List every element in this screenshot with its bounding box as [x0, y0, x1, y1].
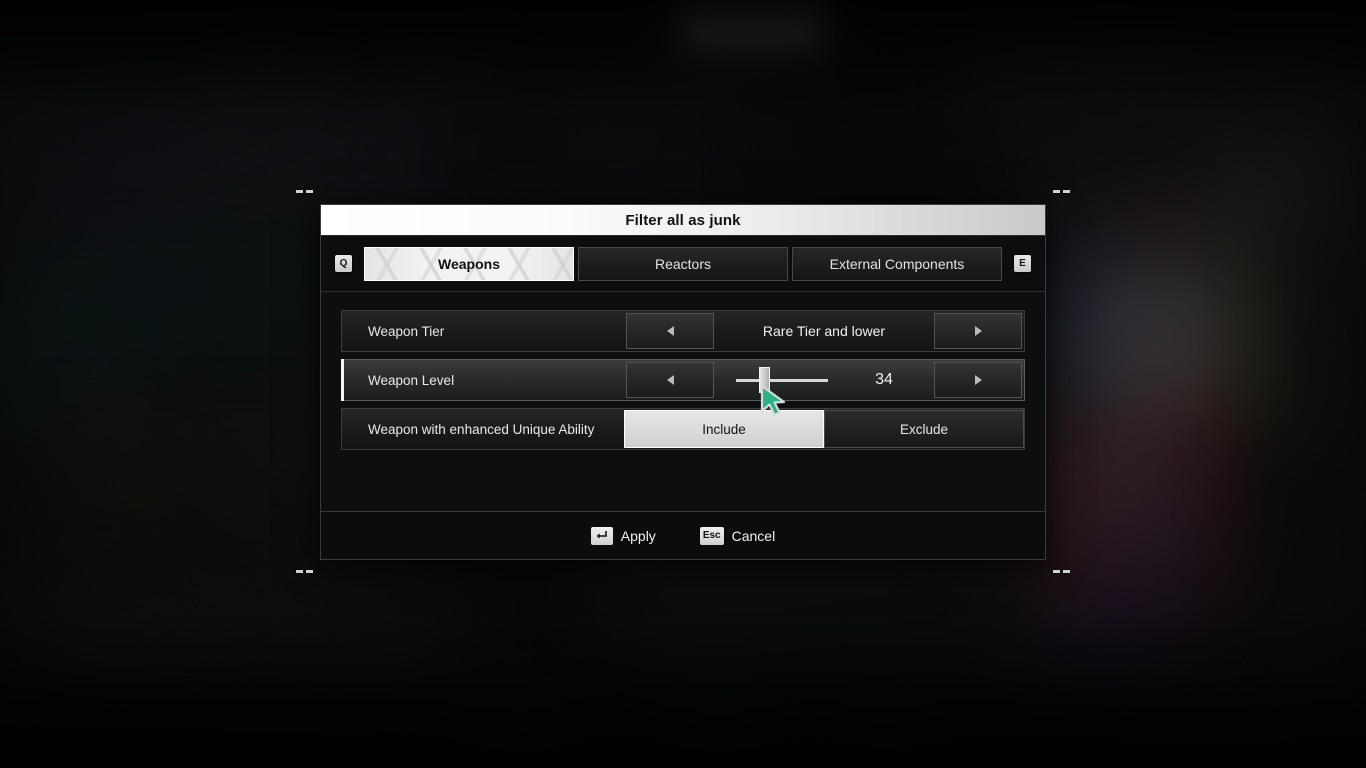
toggle-include[interactable]: Include [624, 410, 824, 448]
apply-button-label: Apply [620, 527, 656, 544]
weapon-tier-decrease-button[interactable] [626, 313, 714, 349]
enter-key-icon [590, 526, 613, 545]
row-weapon-tier-label: Weapon Tier [368, 323, 445, 339]
dialog-footer: Apply Esc Cancel [321, 511, 1045, 559]
slider-track [736, 378, 828, 382]
row-weapon-level-control: 34 [624, 360, 1024, 400]
tab-weapons[interactable]: Weapons [364, 246, 574, 281]
tab-external-components[interactable]: External Components [792, 246, 1002, 281]
triangle-right-icon [974, 375, 982, 385]
weapon-level-increase-button[interactable] [934, 362, 1022, 398]
triangle-left-icon [666, 375, 674, 385]
prev-tab-key-badge[interactable]: Q [335, 255, 352, 272]
dialog-title: Filter all as junk [625, 211, 741, 229]
tab-external-components-label: External Components [829, 255, 965, 272]
tab-weapons-label: Weapons [438, 255, 500, 272]
row-weapon-tier[interactable]: Weapon Tier Rare Tier and lower [341, 310, 1025, 352]
dialog-titlebar: Filter all as junk [321, 205, 1045, 236]
slider-handle[interactable] [758, 367, 770, 393]
triangle-left-icon [666, 326, 674, 336]
weapon-level-decrease-button[interactable] [626, 362, 714, 398]
tab-list: Weapons Reactors External Components [364, 246, 1002, 281]
tab-reactors[interactable]: Reactors [578, 246, 788, 281]
row-enhanced-unique-ability-control: Include Exclude [624, 409, 1024, 449]
toggle-exclude[interactable]: Exclude [824, 410, 1024, 448]
row-enhanced-unique-ability-label: Weapon with enhanced Unique Ability [368, 421, 595, 437]
cancel-button-label: Cancel [731, 527, 776, 544]
weapon-tier-value: Rare Tier and lower [762, 323, 886, 339]
tab-reactors-label: Reactors [654, 255, 712, 272]
row-weapon-tier-control: Rare Tier and lower [624, 311, 1024, 351]
row-enhanced-unique-ability[interactable]: Weapon with enhanced Unique Ability Incl… [341, 408, 1025, 450]
tab-bar: Q Weapons Reactors External Components E [321, 236, 1045, 292]
row-weapon-level[interactable]: Weapon Level 34 [341, 359, 1025, 401]
weapon-level-slider-area: 34 [716, 362, 932, 398]
apply-button[interactable]: Apply [590, 526, 656, 545]
filter-options-list: Weapon Tier Rare Tier and lower Weapon L… [321, 292, 1045, 511]
cancel-button[interactable]: Esc Cancel [699, 526, 776, 545]
weapon-level-value: 34 [875, 371, 893, 388]
next-tab-key-badge[interactable]: E [1014, 255, 1031, 272]
triangle-right-icon [974, 326, 982, 336]
filter-all-as-junk-dialog: Filter all as junk Q Weapons Reactors Ex… [320, 204, 1046, 560]
weapon-tier-increase-button[interactable] [934, 313, 1022, 349]
weapon-level-slider[interactable] [736, 362, 828, 398]
row-weapon-level-label: Weapon Level [368, 372, 455, 388]
esc-key-icon: Esc [699, 526, 724, 545]
